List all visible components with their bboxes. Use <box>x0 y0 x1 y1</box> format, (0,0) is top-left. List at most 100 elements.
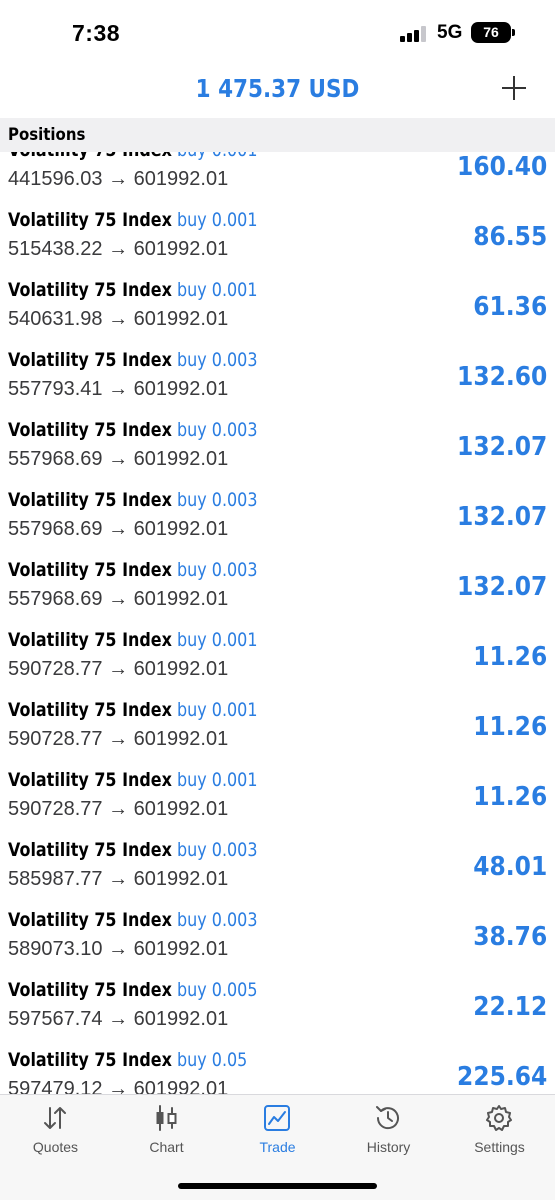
position-side: buy <box>177 349 207 371</box>
position-symbol: Volatility 75 Index <box>8 979 172 1001</box>
position-side: buy <box>177 489 207 511</box>
tab-label: Chart <box>149 1139 184 1155</box>
position-title: Volatility 75 Index buy 0.003 <box>8 909 257 931</box>
status-time: 7:38 <box>72 20 121 46</box>
position-symbol: Volatility 75 Index <box>8 209 172 231</box>
position-prices: 557968.69 → 601992.01 <box>8 448 229 470</box>
position-row[interactable]: Volatility 75 Index buy 0.003 557968.69 →… <box>0 559 555 629</box>
position-title: Volatility 75 Index buy 0.001 <box>8 699 257 721</box>
battery-level: 76 <box>483 24 499 40</box>
position-symbol: Volatility 75 Index <box>8 559 172 581</box>
position-profit: 38.76 <box>472 922 547 952</box>
quotes-icon <box>44 1107 66 1129</box>
tab-bar: Quotes Chart Trade History Settings <box>0 1094 555 1200</box>
section-title: Positions <box>8 125 86 145</box>
position-title: Volatility 75 Index buy 0.001 <box>8 152 257 161</box>
position-side: buy <box>177 559 207 581</box>
header: 1 475.37 USD <box>0 66 555 118</box>
position-profit: 160.40 <box>456 152 547 182</box>
position-side: buy <box>177 769 207 791</box>
position-prices: 557968.69 → 601992.01 <box>8 588 229 610</box>
position-row[interactable]: Volatility 75 Index buy 0.003 557968.69 →… <box>0 419 555 489</box>
position-symbol: Volatility 75 Index <box>8 489 172 511</box>
position-row[interactable]: Volatility 75 Index buy 0.05 597479.12 → … <box>0 1049 555 1094</box>
position-prices: 441596.03 → 601992.01 <box>8 168 229 190</box>
position-title: Volatility 75 Index buy 0.001 <box>8 769 257 791</box>
position-volume: 0.001 <box>211 769 258 791</box>
position-row[interactable]: Volatility 75 Index buy 0.003 557968.69 →… <box>0 489 555 559</box>
position-row[interactable]: Volatility 75 Index buy 0.001 590728.77 →… <box>0 769 555 839</box>
position-title: Volatility 75 Index buy 0.003 <box>8 419 257 441</box>
position-prices: 597479.12 → 601992.01 <box>8 1078 229 1094</box>
position-symbol: Volatility 75 Index <box>8 909 172 931</box>
position-prices: 585987.77 → 601992.01 <box>8 868 229 890</box>
tab-label: Settings <box>474 1139 525 1155</box>
position-profit: 61.36 <box>472 292 547 322</box>
cellular-signal-icon <box>400 26 428 42</box>
position-profit: 132.07 <box>456 432 547 462</box>
position-title: Volatility 75 Index buy 0.001 <box>8 209 257 231</box>
position-prices: 590728.77 → 601992.01 <box>8 658 229 680</box>
position-volume: 0.003 <box>211 559 258 581</box>
history-icon <box>376 1106 399 1130</box>
position-volume: 0.005 <box>211 979 258 1001</box>
position-title: Volatility 75 Index buy 0.001 <box>8 279 257 301</box>
position-title: Volatility 75 Index buy 0.003 <box>8 559 257 581</box>
position-prices: 557793.41 → 601992.01 <box>8 378 229 400</box>
position-row[interactable]: Volatility 75 Index buy 0.001 441596.03 →… <box>0 152 555 209</box>
position-profit: 22.12 <box>472 992 547 1022</box>
position-prices: 557968.69 → 601992.01 <box>8 518 229 540</box>
position-profit: 11.26 <box>472 642 547 672</box>
position-side: buy <box>177 909 207 931</box>
positions-section-header: Positions <box>0 118 555 152</box>
tab-trade[interactable]: Trade <box>222 1095 333 1165</box>
position-volume: 0.05 <box>211 1049 248 1071</box>
add-order-button[interactable] <box>496 70 532 106</box>
position-profit: 132.60 <box>456 362 547 392</box>
tab-label: Trade <box>259 1139 296 1155</box>
status-bar: 7:38 5G 76 <box>0 0 555 66</box>
position-side: buy <box>177 1049 207 1071</box>
position-row[interactable]: Volatility 75 Index buy 0.003 589073.10 →… <box>0 909 555 979</box>
position-title: Volatility 75 Index buy 0.05 <box>8 1049 247 1071</box>
position-side: buy <box>177 209 207 231</box>
tab-chart[interactable]: Chart <box>111 1095 222 1165</box>
position-row[interactable]: Volatility 75 Index buy 0.005 597567.74 →… <box>0 979 555 1049</box>
position-symbol: Volatility 75 Index <box>8 629 172 651</box>
chart-icon <box>156 1105 177 1131</box>
position-symbol: Volatility 75 Index <box>8 419 172 441</box>
position-volume: 0.001 <box>211 209 258 231</box>
tab-label: Quotes <box>32 1139 79 1155</box>
position-title: Volatility 75 Index buy 0.001 <box>8 629 257 651</box>
position-volume: 0.001 <box>211 699 258 721</box>
position-symbol: Volatility 75 Index <box>8 769 172 791</box>
battery-tip <box>512 29 515 36</box>
position-prices: 540631.98 → 601992.01 <box>8 308 229 330</box>
position-symbol: Volatility 75 Index <box>8 1049 172 1071</box>
position-side: buy <box>177 152 207 161</box>
position-row[interactable]: Volatility 75 Index buy 0.003 557793.41 →… <box>0 349 555 419</box>
account-balance[interactable]: 1 475.37 USD <box>39 74 516 103</box>
position-row[interactable]: Volatility 75 Index buy 0.001 540631.98 →… <box>0 279 555 349</box>
position-volume: 0.001 <box>211 279 258 301</box>
tab-history[interactable]: History <box>333 1095 444 1165</box>
tab-quotes[interactable]: Quotes <box>0 1095 111 1165</box>
positions-list[interactable]: Volatility 75 Index buy 0.001 441596.03 →… <box>0 152 555 1094</box>
position-profit: 132.07 <box>456 502 547 532</box>
position-profit: 86.55 <box>472 222 547 252</box>
position-profit: 132.07 <box>456 572 547 602</box>
position-row[interactable]: Volatility 75 Index buy 0.003 585987.77 →… <box>0 839 555 909</box>
trade-icon <box>264 1105 290 1131</box>
position-title: Volatility 75 Index buy 0.003 <box>8 489 257 511</box>
tab-label: History <box>366 1139 411 1155</box>
position-volume: 0.001 <box>211 629 258 651</box>
position-prices: 515438.22 → 601992.01 <box>8 238 229 260</box>
position-row[interactable]: Volatility 75 Index buy 0.001 590728.77 →… <box>0 629 555 699</box>
position-side: buy <box>177 839 207 861</box>
network-type: 5G <box>437 22 463 43</box>
tab-settings[interactable]: Settings <box>444 1095 555 1165</box>
position-row[interactable]: Volatility 75 Index buy 0.001 590728.77 →… <box>0 699 555 769</box>
position-row[interactable]: Volatility 75 Index buy 0.001 515438.22 →… <box>0 209 555 279</box>
position-title: Volatility 75 Index buy 0.003 <box>8 839 257 861</box>
position-title: Volatility 75 Index buy 0.003 <box>8 349 257 371</box>
